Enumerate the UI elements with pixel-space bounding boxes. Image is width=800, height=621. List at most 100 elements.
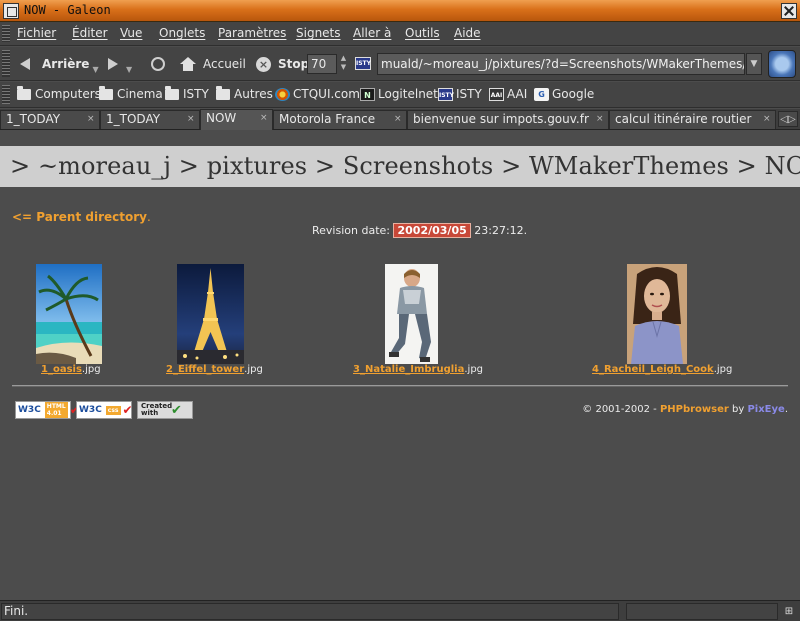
aai-icon: AAI [489, 87, 504, 101]
tab-label: 1_TODAY [6, 112, 61, 126]
thumbnail-eiffel-tower[interactable] [177, 264, 244, 364]
galeon-throbber-icon[interactable] [768, 50, 796, 78]
bookmark-label: ISTY [183, 87, 209, 101]
url-input[interactable]: muald/~moreau_j/pixtures/?d=Screenshots/… [377, 53, 745, 75]
bookmark-computers[interactable]: Computers [17, 85, 101, 101]
bookmarks-grip[interactable] [2, 85, 10, 104]
bookmark-label: Computers [35, 87, 101, 101]
phpbrowser-link[interactable]: PHPbrowser [660, 404, 729, 415]
tab-1-today[interactable]: 1_TODAY × [0, 110, 100, 129]
tab-scroll-arrows-icon[interactable]: ◁▷ [778, 111, 798, 127]
revision-date: 2002/03/05 [393, 223, 471, 238]
tab-motorola[interactable]: Motorola France × [273, 110, 407, 129]
window-title: NOW - Galeon [24, 3, 111, 17]
page-title: > ~moreau_j > pixtures > Screenshots > W… [10, 152, 800, 180]
bookmark-google[interactable]: G Google [534, 87, 594, 101]
thumbnail-link[interactable]: 2_Eiffel_tower [166, 364, 244, 375]
tab-now[interactable]: NOW × [200, 109, 273, 130]
menu-aller-a[interactable]: Aller à [353, 26, 391, 40]
back-button[interactable]: Arrière ▼ [20, 53, 99, 75]
thumbnail-extension: .jpg [244, 364, 263, 375]
bookmark-logitelnet[interactable]: N Logitelnet [360, 87, 438, 101]
bookmark-ctqui[interactable]: CTQUI.com [275, 87, 360, 101]
arrow-left-icon [20, 58, 30, 70]
thumbnail-natalie-imbruglia[interactable] [385, 264, 438, 364]
tab-impots[interactable]: bienvenue sur impots.gouv.fr × [407, 110, 609, 129]
menu-onglets[interactable]: Onglets [159, 26, 205, 40]
close-icon[interactable]: × [87, 115, 95, 124]
thumbnail-racheil-leigh-cook[interactable] [627, 264, 687, 364]
created-with-vim-badge[interactable]: Created with ✔ [137, 401, 193, 419]
close-icon[interactable]: × [394, 115, 402, 124]
bookmarks-toolbar: Computers Cinema ISTY Autres CTQUI.com N… [0, 82, 800, 108]
created-with-text: Created with [141, 402, 173, 417]
tab-label: NOW [206, 111, 237, 125]
home-label: Accueil [203, 57, 246, 71]
w3c-logo-text: W3C [16, 405, 43, 415]
page-content[interactable]: > ~moreau_j > pixtures > Screenshots > W… [0, 131, 800, 600]
reload-button[interactable] [151, 53, 165, 75]
bookmark-isty-folder[interactable]: ISTY [165, 85, 209, 101]
url-history-dropdown[interactable]: ▼ [746, 53, 762, 75]
tab-label: bienvenue sur impots.gouv.fr [413, 112, 589, 126]
thumbnail-link[interactable]: 1_oasis [41, 364, 82, 375]
portrait-photo-image-icon [627, 264, 687, 364]
w3c-css-badge[interactable]: W3C css ✔ [76, 401, 133, 419]
stop-button[interactable]: × Stop [256, 53, 309, 75]
menu-editer[interactable]: Éditer [72, 26, 108, 40]
close-icon[interactable]: × [187, 115, 195, 124]
chevron-down-icon[interactable]: ▼ [126, 65, 132, 74]
thumbnail-link[interactable]: 3_Natalie_Imbruglia [353, 364, 464, 375]
folder-icon [216, 85, 230, 100]
bookmark-isty[interactable]: ISTY ISTY [438, 87, 482, 101]
zoom-input[interactable]: 70 [307, 54, 337, 74]
close-icon[interactable]: × [260, 114, 268, 123]
vim-logo-icon: ✔ [171, 402, 182, 418]
tab-label: Motorola France [279, 112, 376, 126]
chevron-down-icon[interactable]: ▼ [92, 65, 98, 74]
bookmark-autres[interactable]: Autres [216, 85, 273, 101]
menubar: Fichier Éditer Vue Onglets Paramètres Si… [0, 22, 800, 46]
w3c-html-badge[interactable]: W3C HTML 4.01 ✔ [15, 401, 80, 419]
menu-signets[interactable]: Signets [296, 26, 341, 40]
copyright-by: by [728, 404, 748, 415]
thumbnail-caption: 3_Natalie_Imbruglia.jpg [353, 364, 483, 375]
folder-icon [99, 85, 113, 100]
window-close-button[interactable] [781, 3, 797, 19]
security-lock-icon[interactable]: ⊞ [781, 604, 797, 619]
menu-aide[interactable]: Aide [454, 26, 481, 40]
menu-parametres[interactable]: Paramètres [218, 26, 286, 40]
tab-1-today-2[interactable]: 1_TODAY × [100, 110, 200, 129]
thumbnail-caption: 4_Racheil_Leigh_Cook.jpg [592, 364, 732, 375]
revision-info: Revision date: 2002/03/05 23:27:12. [312, 223, 527, 238]
menu-fichier[interactable]: Fichier [17, 26, 56, 40]
site-favicon: ISTY [355, 57, 371, 70]
folder-icon [165, 85, 179, 100]
status-text: Fini. [1, 603, 619, 620]
bookmark-aai[interactable]: AAI AAI [489, 87, 527, 101]
window-titlebar[interactable]: NOW - Galeon [0, 0, 800, 22]
zoom-stepper[interactable]: ▲ ▼ [338, 54, 349, 74]
checkmark-icon: ✔ [122, 403, 133, 417]
palm-beach-image-icon [36, 264, 102, 364]
navbar-grip[interactable] [2, 50, 10, 77]
forward-button[interactable]: ▼ [108, 53, 132, 75]
bookmark-label: CTQUI.com [293, 87, 360, 101]
menu-vue[interactable]: Vue [120, 26, 142, 40]
pixeye-link[interactable]: PixEye [747, 404, 784, 415]
home-button[interactable]: Accueil [180, 53, 246, 75]
window-menu-button[interactable] [3, 3, 19, 19]
close-icon[interactable]: × [763, 115, 771, 124]
tab-itineraire[interactable]: calcul itinéraire routier × [609, 110, 776, 129]
parent-directory: <= Parent directory. [12, 210, 151, 224]
stop-icon: × [256, 56, 271, 72]
close-icon[interactable]: × [596, 115, 604, 124]
copyright-notice: © 2001-2002 - PHPbrowser by PixEye. [582, 404, 788, 415]
menubar-grip[interactable] [2, 25, 10, 42]
parent-directory-link[interactable]: <= Parent directory [12, 210, 147, 224]
bookmark-cinema[interactable]: Cinema [99, 85, 163, 101]
thumbnail-oasis[interactable] [36, 264, 102, 364]
thumbnail-link[interactable]: 4_Racheil_Leigh_Cook [592, 364, 714, 375]
menu-outils[interactable]: Outils [405, 26, 440, 40]
bookmark-label: Logitelnet [378, 87, 438, 101]
